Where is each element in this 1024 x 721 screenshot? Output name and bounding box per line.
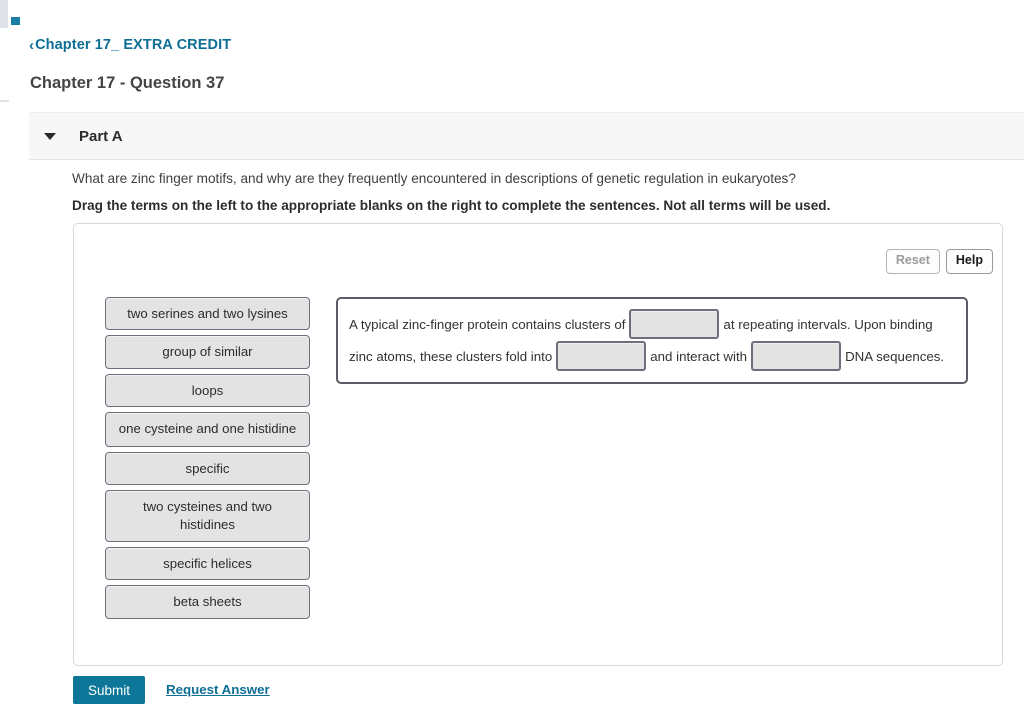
term-item[interactable]: one cysteine and one histidine	[105, 412, 310, 447]
exercise-toolbar: Reset Help	[885, 249, 993, 274]
submit-button[interactable]: Submit	[73, 676, 145, 704]
part-a-header[interactable]: Part A	[29, 112, 1024, 160]
chevron-left-icon: ‹	[29, 36, 35, 54]
left-edge-strip	[0, 0, 8, 28]
term-item[interactable]: two cysteines and two histidines	[105, 490, 310, 542]
teal-square-marker	[11, 17, 20, 25]
term-item[interactable]: specific	[105, 451, 310, 486]
term-item[interactable]: beta sheets	[105, 585, 310, 619]
term-item[interactable]: loops	[105, 373, 310, 408]
breadcrumb-label: Chapter 17_ EXTRA CREDIT	[35, 37, 232, 53]
term-item[interactable]: two serines and two lysines	[105, 297, 310, 331]
sentence-fragment: DNA sequences.	[845, 348, 945, 364]
instruction-text: Drag the terms on the left to the approp…	[72, 198, 831, 213]
term-item[interactable]: specific helices	[105, 546, 310, 581]
exercise-panel: Reset Help two serines and two lysines g…	[73, 223, 1003, 666]
left-edge-divider	[0, 100, 9, 102]
caret-down-icon[interactable]	[44, 132, 56, 140]
question-text: What are zinc finger motifs, and why are…	[72, 171, 796, 186]
blank-3[interactable]	[751, 341, 842, 372]
sentence-answer-panel: A typical zinc-finger protein contains c…	[336, 297, 968, 384]
part-a-label: Part A	[79, 127, 123, 145]
blank-1[interactable]	[629, 309, 720, 340]
request-answer-link[interactable]: Request Answer	[166, 682, 270, 697]
breadcrumb[interactable]: ‹ Chapter 17_ EXTRA CREDIT	[29, 37, 231, 53]
term-bank: two serines and two lysines group of sim…	[105, 297, 310, 624]
page-title: Chapter 17 - Question 37	[30, 74, 225, 92]
term-item[interactable]: group of similar	[105, 335, 310, 369]
blank-2[interactable]	[556, 341, 647, 372]
sentence-fragment: A typical zinc-finger protein contains c…	[349, 316, 626, 332]
sentence-fragment: and interact with	[650, 348, 748, 364]
help-button[interactable]: Help	[945, 249, 993, 274]
reset-button[interactable]: Reset	[885, 249, 940, 274]
